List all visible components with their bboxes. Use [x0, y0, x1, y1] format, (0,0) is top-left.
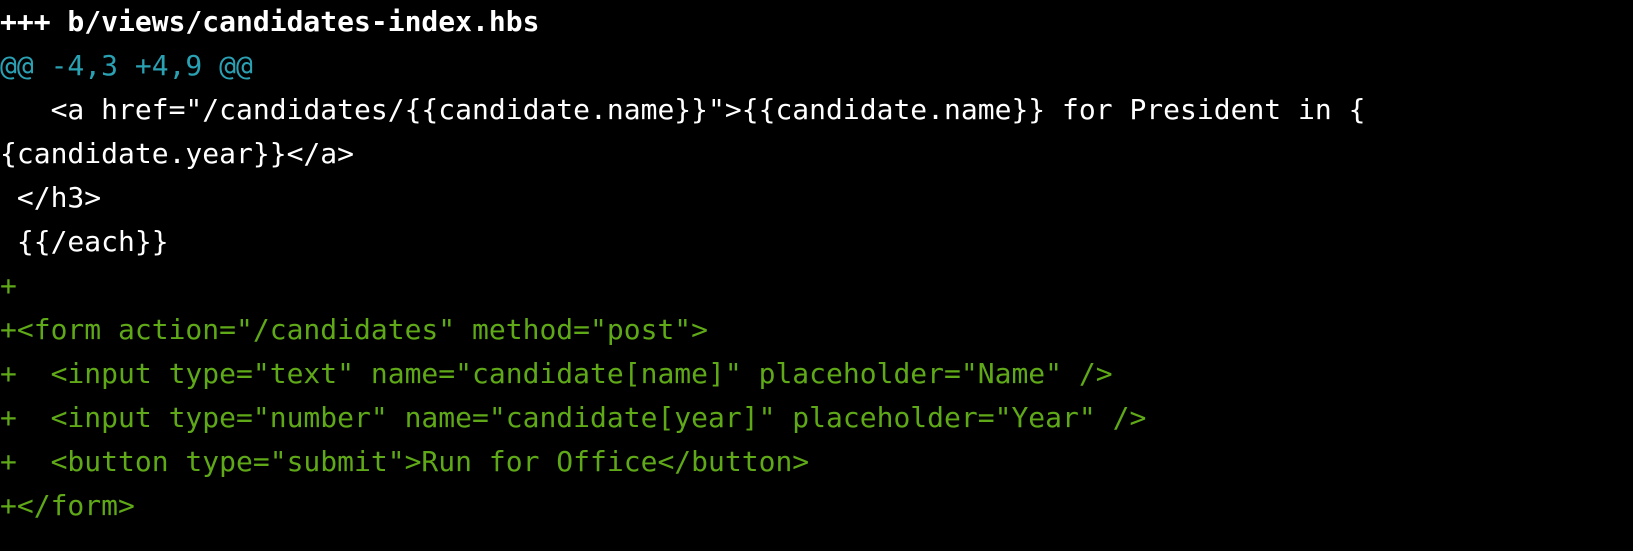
- diff-added-line: + <input type="text" name="candidate[nam…: [0, 357, 1113, 390]
- diff-added-line: + <button type="submit">Run for Office</…: [0, 445, 810, 478]
- diff-file-header: +++ b/views/candidates-index.hbs: [0, 5, 540, 38]
- diff-added-line: +<form action="/candidates" method="post…: [0, 313, 709, 346]
- diff-hunk-header: @@ -4,3 +4,9 @@: [0, 49, 253, 82]
- diff-context-line: <a href="/candidates/{{candidate.name}}"…: [0, 93, 1366, 126]
- diff-context-line: {{/each}}: [0, 225, 169, 258]
- diff-added-line: +</form>: [0, 489, 135, 522]
- diff-context-line: </h3>: [0, 181, 102, 214]
- terminal-window: +++ b/views/candidates-index.hbs @@ -4,3…: [0, 0, 1633, 551]
- diff-added-line: + <input type="number" name="candidate[y…: [0, 401, 1147, 434]
- diff-added-line: +: [0, 269, 17, 302]
- diff-context-line: {candidate.year}}</a>: [0, 137, 355, 170]
